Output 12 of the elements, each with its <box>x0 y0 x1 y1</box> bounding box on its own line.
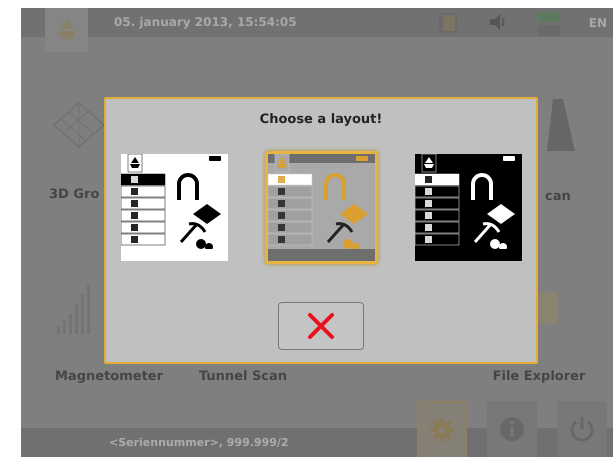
dialog-title: Choose a layout! <box>260 112 382 127</box>
app-label[interactable]: can <box>545 189 571 204</box>
cancel-button[interactable] <box>278 302 364 350</box>
scanner-icon <box>545 97 577 153</box>
serial-number: <Seriennummer>, 999.999/2 <box>109 436 289 449</box>
app-label[interactable]: 3D Gro <box>49 187 100 202</box>
app-label[interactable]: Magnetometer <box>55 369 164 384</box>
app-label[interactable]: File Explorer <box>492 369 586 384</box>
gear-icon <box>429 417 455 443</box>
layout-option[interactable] <box>264 151 378 264</box>
close-icon <box>306 311 336 341</box>
app-label[interactable]: Tunnel Scan <box>198 369 288 384</box>
